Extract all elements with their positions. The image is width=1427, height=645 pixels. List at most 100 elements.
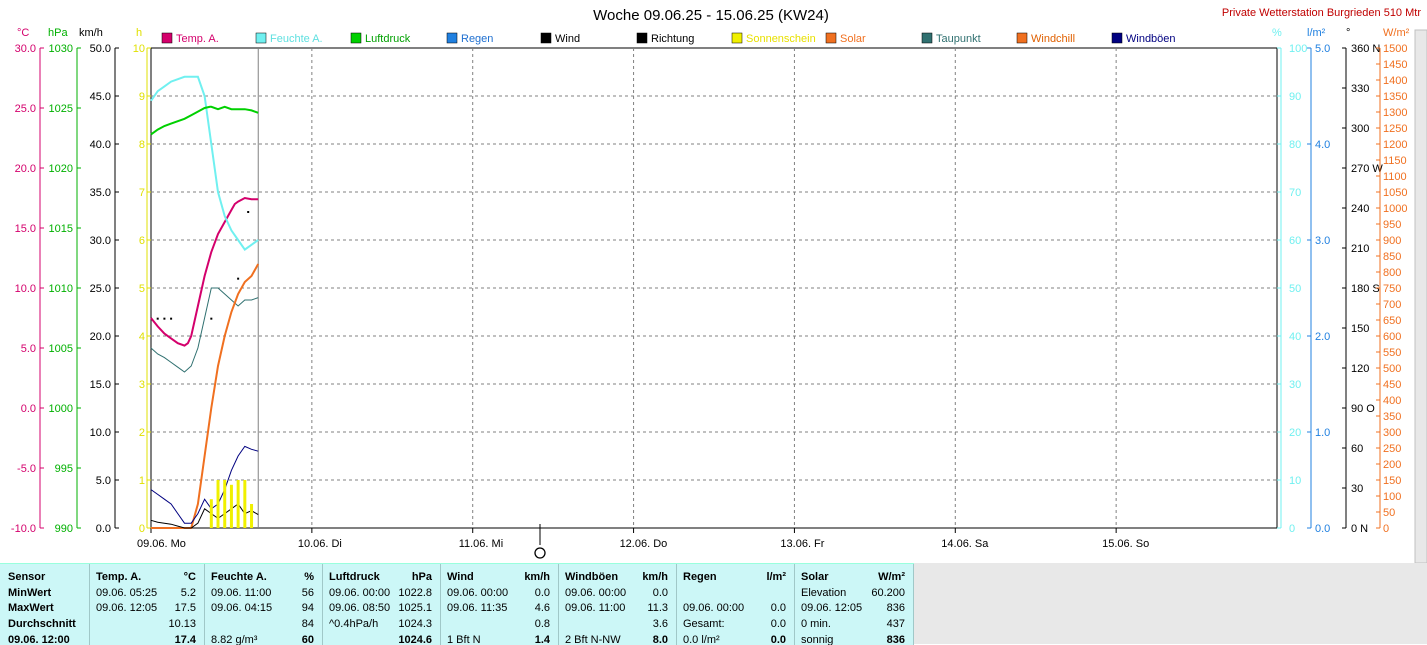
rain-unit: l/m² [1307, 27, 1326, 39]
stats-row: sonnig 836 [795, 634, 913, 645]
stats-row: 09.06. 11:00 11.3 [559, 602, 676, 618]
stats-value: 0.8 [534, 618, 550, 630]
stats-time: 09.06. 11:00 [211, 587, 272, 599]
stats-row: 09.06. 11:35 4.6 [441, 602, 558, 618]
stats-panel-hum: Feuchte A.% 09.06. 11:00 56 09.06. 04:15 94 8… [205, 564, 323, 645]
sunshine-tick-label: 7 [139, 187, 145, 199]
solar-tick-label: 1200 [1383, 139, 1407, 151]
stats-value: 1022.8 [398, 587, 432, 599]
solar-tick-label: 550 [1383, 347, 1401, 359]
legend-swatch [825, 32, 837, 44]
direction-tick-label: 90 O [1351, 403, 1375, 415]
sunshine-bar [243, 480, 247, 528]
stats-value: 3.6 [652, 618, 668, 630]
stats-panel-wind: Wind km/h 09.06. 00:00 0.0 09.06. 11:35 4.6 0.… [441, 564, 559, 645]
stats-time: 09.06. 00:00 [565, 587, 627, 599]
legend-item: Windchill [1031, 33, 1075, 45]
stats-header-row: Feuchte A.% [205, 571, 322, 587]
day-label: 14.06. Sa [941, 538, 989, 550]
stats-time: 0.0 l/m² [683, 634, 720, 645]
direction-unit: ° [1346, 27, 1350, 39]
stats-value: 84 [301, 618, 314, 630]
stats-header: Temp. A. [96, 571, 142, 583]
stats-time: 09.06. 00:00 [329, 587, 391, 599]
stats-value: 11.3 [647, 602, 668, 614]
legend-swatch [731, 32, 743, 44]
legend-swatch [446, 32, 458, 44]
sunshine-tick-label: 4 [139, 331, 145, 343]
stats-value: 1024.6 [398, 634, 432, 645]
solar-tick-label: 400 [1383, 395, 1401, 407]
humidity-tick-label: 10 [1289, 475, 1301, 487]
humidity-tick-label: 0 [1289, 523, 1295, 535]
direction-point [163, 317, 166, 320]
stats-unit: km/h [642, 571, 668, 583]
stats-row: 84 [205, 618, 322, 634]
wind-unit: km/h [79, 27, 103, 39]
solar-tick-label: 1100 [1383, 171, 1407, 183]
solar-tick-label: 1000 [1383, 203, 1407, 215]
stats-value: 60 [301, 634, 314, 645]
solar-tick-label: 200 [1383, 459, 1401, 471]
pressure-tick-label: 995 [55, 463, 73, 475]
stats-unit: °C [183, 571, 196, 583]
solar-tick-label: 450 [1383, 379, 1401, 391]
day-label: 10.06. Di [298, 538, 342, 550]
rain-tick-label: 0.0 [1315, 523, 1330, 535]
legend-swatch [161, 32, 173, 44]
vertical-scrollbar [1414, 29, 1427, 563]
wind-tick-label: 15.0 [90, 379, 111, 391]
legend-item: Regen [461, 33, 493, 45]
sunshine-tick-label: 9 [139, 91, 145, 103]
solar-tick-label: 700 [1383, 299, 1401, 311]
day-label: 15.06. So [1102, 538, 1149, 550]
pressure-tick-label: 1020 [49, 163, 73, 175]
stats-value: 836 [886, 634, 905, 645]
sunshine-bar [216, 480, 220, 528]
stats-time: 8.82 g/m³ [211, 634, 258, 645]
solar-tick-label: 850 [1383, 251, 1401, 263]
stats-row: MaxWert [0, 602, 89, 618]
statistics-table: Sensor MinWert MaxWert Durchschnitt 09.06. 1… [0, 563, 914, 645]
sunshine-tick-label: 3 [139, 379, 145, 391]
stats-value: 5.2 [180, 587, 196, 599]
stats-row: 09.06. 08:50 1025.1 [323, 602, 440, 618]
stats-row: 0 min. 437 [795, 618, 913, 634]
stats-row-label: MinWert [8, 587, 52, 599]
rain-tick-label: 5.0 [1315, 43, 1330, 55]
direction-tick-label: 300 [1351, 123, 1369, 135]
humidity-tick-label: 90 [1289, 91, 1301, 103]
stats-time: 09.06. 12:05 [96, 602, 158, 614]
humidity-tick-label: 30 [1289, 379, 1301, 391]
rain-tick-label: 1.0 [1315, 427, 1330, 439]
stats-row [677, 587, 794, 603]
pressure-tick-label: 1015 [49, 223, 73, 235]
direction-tick-label: 60 [1351, 443, 1363, 455]
stats-row: 0.8 [441, 618, 558, 634]
sunshine-tick-label: 1 [139, 475, 145, 487]
temp-tick-label: 20.0 [15, 163, 36, 175]
stats-time: 09.06. 04:15 [211, 602, 273, 614]
legend-swatch [636, 32, 648, 44]
direction-tick-label: 30 [1351, 483, 1363, 495]
stats-row-label: MaxWert [8, 602, 54, 614]
solar-tick-label: 1150 [1383, 155, 1407, 167]
stats-row: 3.6 [559, 618, 676, 634]
stats-panel-gust: Windböen km/h 09.06. 00:00 0.0 09.06. 11:00 1… [559, 564, 677, 645]
sunshine-tick-label: 10 [133, 43, 145, 55]
temp-tick-label: -10.0 [11, 523, 36, 535]
stats-header-row: Solar W/m² [795, 571, 913, 587]
pressure-tick-label: 1000 [49, 403, 73, 415]
stats-header: Windböen [565, 571, 619, 583]
direction-point [156, 317, 159, 320]
direction-tick-label: 270 W [1351, 163, 1383, 175]
day-label: 12.06. Do [620, 538, 668, 550]
wind-tick-label: 35.0 [90, 187, 111, 199]
legend-item: Windböen [1126, 33, 1176, 45]
stats-header: Wind [447, 571, 474, 583]
stats-panel-temp: Temp. A. °C 09.06. 05:25 5.2 09.06. 12:05 17.… [90, 564, 205, 645]
stats-row: 09.06. 04:15 94 [205, 602, 322, 618]
stats-row: 1 Bft N 1.4 [441, 634, 558, 645]
stats-value: 0.0 [770, 634, 786, 645]
legend-swatch [1016, 32, 1028, 44]
